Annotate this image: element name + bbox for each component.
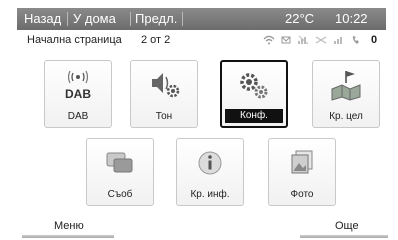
shuffle-icon <box>315 36 327 44</box>
tile-label: DAB <box>67 111 89 122</box>
info-tile[interactable]: Кр. инф. <box>176 138 244 206</box>
clock: 10:22 <box>335 11 368 26</box>
more-button-bar <box>300 235 388 238</box>
divider <box>182 12 183 26</box>
home-button[interactable]: У дома <box>73 11 116 26</box>
signal-icon <box>334 37 342 44</box>
tone-tile[interactable]: Тон <box>130 60 198 128</box>
destination-map-icon <box>313 69 379 101</box>
back-button[interactable]: Назад <box>24 11 61 26</box>
divider <box>67 12 68 26</box>
notification-count: 0 <box>371 34 378 46</box>
mail-icon <box>281 36 291 44</box>
page-indicator: 2 от 2 <box>141 34 171 46</box>
dab-icon-text: DAB <box>65 87 91 101</box>
photo-icon <box>269 147 335 179</box>
tone-settings-icon <box>131 69 197 101</box>
config-gears-icon <box>222 70 286 102</box>
config-tile[interactable]: Конф. <box>220 60 288 128</box>
dab-tile[interactable]: DAB DAB <box>44 60 112 128</box>
menu-button[interactable]: Меню <box>54 220 84 232</box>
info-icon <box>177 147 243 179</box>
tile-label: Съоб <box>107 189 133 200</box>
photo-tile[interactable]: Фото <box>268 138 336 206</box>
messages-tile[interactable]: Съоб <box>86 138 154 206</box>
messages-icon <box>87 147 153 179</box>
wifi-icon <box>263 35 275 45</box>
tile-label: Кр. цел <box>329 111 363 122</box>
tile-label: Тон <box>155 111 173 122</box>
signal-off-icon <box>298 35 309 45</box>
status-bar: Начална страница 2 от 2 0 <box>27 33 384 49</box>
tile-label: Фото <box>290 189 314 200</box>
page-title: Начална страница <box>27 34 122 46</box>
tile-label: Конф. <box>225 109 283 123</box>
dab-radio-icon: DAB <box>45 69 111 101</box>
destination-tile[interactable]: Кр. цел <box>312 60 380 128</box>
previous-button[interactable]: Предл. <box>135 11 177 26</box>
menu-button-bar <box>22 235 114 238</box>
phone-icon <box>352 36 359 44</box>
top-bar: Назад У дома Предл. 22°C 10:22 <box>17 8 386 30</box>
tile-label: Кр. инф. <box>190 189 230 200</box>
temperature-readout: 22°C <box>285 11 315 26</box>
more-button[interactable]: Още <box>335 220 359 232</box>
divider <box>130 12 131 26</box>
